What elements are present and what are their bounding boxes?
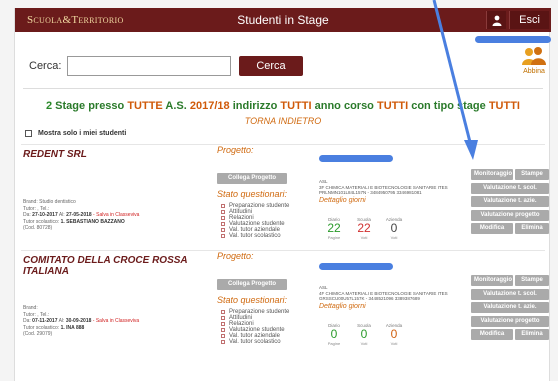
search-label: Cerca: — [29, 60, 62, 72]
progetto-label: Progetto: — [217, 251, 254, 261]
checkbox-icon — [221, 234, 225, 238]
date-from: 07-11-2017 — [32, 318, 58, 324]
asl-contact: PRLNMN101L84L157N - 3484950795 334698108… — [319, 190, 422, 195]
collega-progetto-button[interactable]: Collega Progetto — [217, 173, 287, 184]
stat-azienda[interactable]: Azienda 0 Voti — [379, 323, 409, 346]
search-input[interactable] — [67, 56, 231, 76]
stage-entry: COMITATO DELLA CROCE ROSSA ITALIANA Bran… — [21, 250, 549, 358]
checkbox-icon — [221, 210, 225, 214]
date-from: 27-10-2017 — [32, 212, 58, 218]
people-pair-icon — [522, 47, 546, 65]
filter-anno-corso[interactable]: TUTTI — [377, 100, 408, 112]
checkbox-icon — [221, 310, 225, 314]
entry-actions: Monitoraggio Stampe Valutazione t. scol. … — [469, 275, 549, 343]
redacted-name-bar — [319, 155, 393, 162]
entry-actions: Monitoraggio Stampe Valutazione t. scol. … — [469, 169, 549, 237]
progetto-label: Progetto: — [217, 145, 254, 155]
filter-tutte[interactable]: TUTTE — [127, 100, 162, 112]
filter-tipo-stage[interactable]: TUTTI — [489, 100, 520, 112]
date-to: 27-05-2018 — [66, 212, 92, 218]
dettaglio-giorni-link[interactable]: Dettaglio giorni — [319, 197, 366, 204]
heading-text-3: indirizzo — [229, 100, 281, 112]
back-link[interactable]: TORNA INDIETRO — [15, 116, 551, 126]
user-icon — [492, 15, 501, 26]
valutazione-tutor-aziendale-button[interactable]: Valutazione t. azie. — [471, 302, 549, 313]
questionari-list: Preparazione studente Attitudini Relazio… — [221, 203, 289, 239]
show-mine-checkbox-row[interactable]: Mostra solo i miei studenti — [25, 130, 126, 137]
heading-text-5: con tipo stage — [408, 100, 489, 112]
stage-summary-heading: 2 Stage presso TUTTE A.S. 2017/18 indiri… — [15, 100, 551, 112]
stat-scuola[interactable]: Scuola 0 Voti — [349, 323, 379, 346]
student-name[interactable]: 1. SEBASTIANO BAZZANO — [61, 219, 125, 225]
monitoraggio-button[interactable]: Monitoraggio — [471, 169, 513, 180]
checkbox-icon — [221, 222, 225, 226]
stat-diario[interactable]: Diario 0 Pagine — [319, 323, 349, 346]
checkbox-icon — [221, 322, 225, 326]
checkbox-icon — [221, 316, 225, 320]
dettaglio-giorni-link[interactable]: Dettaglio giorni — [319, 303, 366, 310]
questionario-item[interactable]: Val. tutor scolastico — [221, 233, 289, 239]
stat-diario[interactable]: Diario 22 Pagine — [319, 217, 349, 240]
salva-classeviva-link[interactable]: - Salva in Classeviva — [92, 212, 139, 218]
user-profile-button[interactable] — [486, 11, 506, 29]
checkbox-icon — [221, 204, 225, 208]
redacted-username-bar — [475, 36, 551, 43]
company-name[interactable]: COMITATO DELLA CROCE ROSSA ITALIANA — [23, 255, 203, 277]
monitoraggio-button[interactable]: Monitoraggio — [471, 275, 513, 286]
valutazione-tutor-scolastico-button[interactable]: Valutazione t. scol. — [471, 182, 549, 194]
entry-code: (Cod. 80728) — [23, 225, 53, 231]
valutazione-tutor-scolastico-button[interactable]: Valutazione t. scol. — [471, 288, 549, 300]
asl-info: ASL 4F CHIMICA MATERIALI E BIOTECNOLOGIE… — [319, 285, 469, 302]
entry-stats: Diario 0 Pagine Scuola 0 Voti Azienda 0 Voti — [319, 323, 409, 346]
company-name[interactable]: REDENT SRL — [23, 149, 203, 160]
abbina-button[interactable]: Abbina — [519, 46, 549, 75]
asl-contact: GRSSCU00U57L157K - 3448521096 3389387689 — [319, 296, 420, 301]
logout-button[interactable]: Esci — [509, 11, 549, 29]
checkbox-icon — [221, 328, 225, 332]
elimina-button[interactable]: Elimina — [515, 223, 549, 234]
show-mine-checkbox[interactable] — [25, 130, 32, 137]
entry-stats: Diario 22 Pagine Scuola 22 Voti Azienda 0 Voti — [319, 217, 409, 240]
heading-text-1: Stage presso — [52, 100, 128, 112]
stampe-button[interactable]: Stampe — [515, 275, 549, 286]
questionari-list: Preparazione studente Attitudini Relazio… — [221, 309, 289, 345]
valutazione-tutor-aziendale-button[interactable]: Valutazione t. azie. — [471, 196, 549, 207]
entry-code: (Cod. 29079) — [23, 331, 53, 337]
search-button[interactable]: Cerca — [239, 56, 303, 76]
modifica-button[interactable]: Modifica — [471, 223, 513, 234]
stampe-button[interactable]: Stampe — [515, 169, 549, 180]
elimina-button[interactable]: Elimina — [515, 329, 549, 340]
page-title: Studenti in Stage — [237, 13, 329, 27]
redacted-name-bar — [319, 263, 393, 270]
stat-azienda[interactable]: Azienda 0 Voti — [379, 217, 409, 240]
stat-scuola[interactable]: Scuola 22 Voti — [349, 217, 379, 240]
filter-year[interactable]: 2017/18 — [190, 100, 230, 112]
student-name[interactable]: 1. INA 888 — [61, 325, 85, 331]
show-mine-label: Mostra solo i miei studenti — [38, 130, 127, 137]
questionario-item[interactable]: Val. tutor scolastico — [221, 339, 289, 345]
filter-indirizzo[interactable]: TUTTI — [280, 100, 311, 112]
collega-progetto-button[interactable]: Collega Progetto — [217, 279, 287, 290]
salva-classeviva-link[interactable]: - Salva in Classeviva — [91, 318, 139, 324]
stato-questionari-label: Stato questionari: — [217, 295, 288, 305]
heading-text-2: A.S. — [162, 100, 190, 112]
divider — [23, 88, 543, 89]
stage-entry: REDENT SRL Brand: Studio dentistico Tuto… — [21, 144, 549, 250]
entry-meta: Brand: Studio dentistico Tutor: , Tel.: … — [23, 199, 213, 232]
stato-questionari-label: Stato questionari: — [217, 189, 288, 199]
abbina-label: Abbina — [523, 68, 545, 75]
asl-info: ASL 3F CHIMICA MATERIALI E BIOTECNOLOGIE… — [319, 179, 469, 196]
checkbox-icon — [221, 228, 225, 232]
top-bar: Scuola&Territorio Studenti in Stage Esci — [15, 8, 551, 32]
valutazione-progetto-button[interactable]: Valutazione progetto — [471, 209, 549, 221]
entry-meta: Brand: Tutor: , Tel.: Da: 07-11-2017 Al:… — [23, 305, 213, 338]
checkbox-icon — [221, 216, 225, 220]
app-window: Scuola&Territorio Studenti in Stage Esci… — [14, 8, 551, 381]
checkbox-icon — [221, 334, 225, 338]
checkbox-icon — [221, 340, 225, 344]
valutazione-progetto-button[interactable]: Valutazione progetto — [471, 315, 549, 327]
modifica-button[interactable]: Modifica — [471, 329, 513, 340]
heading-text-4: anno corso — [311, 100, 377, 112]
date-to: 30-09-2018 — [65, 318, 92, 324]
